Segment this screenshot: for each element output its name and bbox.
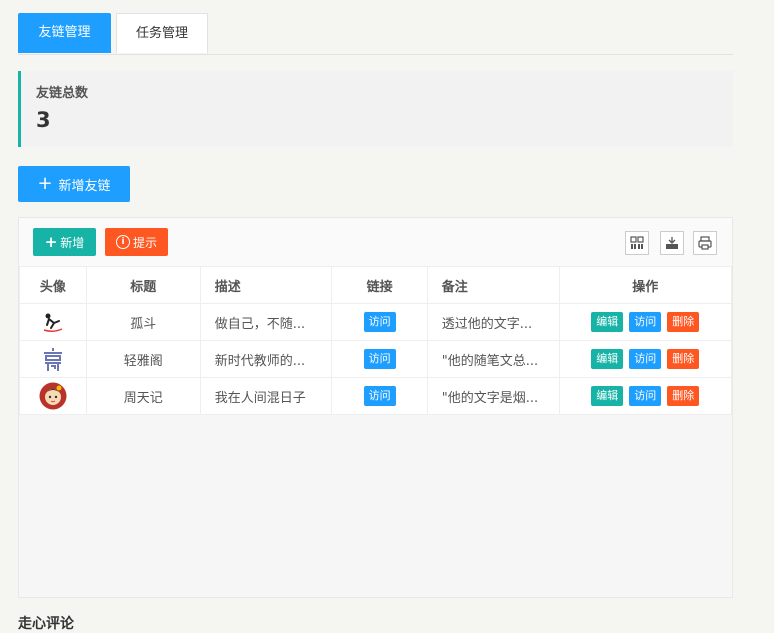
delete-button[interactable]: 删除: [667, 312, 700, 332]
description-cell: 做自己，不随...: [199, 303, 333, 341]
link-cell: 访问: [331, 377, 428, 415]
title-cell: 孤斗: [85, 303, 201, 341]
header-actions: 操作: [558, 266, 733, 304]
title-cell: 轻雅阁: [85, 340, 201, 378]
friend-link-table: 头像 标题 描述 链接 备注 操作 孤斗 做自己，不随... 访问 透过他的文字…: [19, 266, 733, 415]
plus-icon: +: [37, 173, 53, 194]
avatar-cell: [19, 303, 87, 341]
plus-icon: +: [44, 233, 58, 251]
friend-link-table-panel: + 新增 i 提示 头像 标题 描述 链接 备注 操作 孤斗 做自己，不随...…: [18, 217, 733, 598]
description-cell: 我在人间混日子: [199, 377, 333, 415]
delete-button[interactable]: 删除: [667, 386, 700, 406]
export-icon[interactable]: [660, 231, 684, 255]
edit-button[interactable]: 编辑: [591, 349, 624, 369]
visit-button[interactable]: 访问: [629, 349, 662, 369]
stat-label: 友链总数: [36, 86, 89, 101]
visit-button[interactable]: 访问: [629, 312, 662, 332]
avatar-cell: [19, 377, 87, 415]
header-title: 标题: [85, 266, 201, 304]
tab-tasks[interactable]: 任务管理: [116, 13, 208, 53]
stat-value: 3: [36, 108, 51, 132]
pavilion-logo-icon: [43, 348, 62, 371]
header-note: 备注: [426, 266, 560, 304]
header-description: 描述: [199, 266, 333, 304]
comments-section-title: 走心评论: [18, 616, 74, 632]
print-icon[interactable]: [693, 231, 717, 255]
tip-button[interactable]: i 提示: [105, 228, 168, 256]
tab-bar: 友链管理 任务管理: [18, 13, 733, 55]
note-cell: 透过他的文字...: [426, 303, 560, 341]
header-link: 链接: [331, 266, 428, 304]
title-cell: 周天记: [85, 377, 201, 415]
actions-cell: 编辑 访问 删除: [558, 340, 733, 378]
note-cell: "他的文字是烟...: [426, 377, 560, 415]
table-header-row: 头像 标题 描述 链接 备注 操作: [19, 266, 733, 304]
skater-logo-icon: [43, 313, 63, 333]
tab-friend-links[interactable]: 友链管理: [18, 13, 111, 53]
edit-button[interactable]: 编辑: [591, 312, 624, 332]
visit-link-button[interactable]: 访问: [363, 312, 396, 332]
link-cell: 访问: [331, 303, 428, 341]
visit-link-button[interactable]: 访问: [363, 386, 396, 406]
info-icon: i: [115, 235, 130, 249]
friend-link-count-card: 友链总数 3: [18, 71, 733, 147]
edit-button[interactable]: 编辑: [591, 386, 624, 406]
description-cell: 新时代教师的...: [199, 340, 333, 378]
add-button[interactable]: + 新增: [33, 228, 96, 256]
note-cell: "他的随笔文总...: [426, 340, 560, 378]
actions-cell: 编辑 访问 删除: [558, 303, 733, 341]
visit-link-button[interactable]: 访问: [363, 349, 396, 369]
columns-filter-icon[interactable]: [625, 231, 649, 255]
avatar-cell: [19, 340, 87, 378]
header-avatar: 头像: [19, 266, 87, 304]
girl-avatar-icon: [39, 382, 67, 410]
add-button-label: 新增: [60, 235, 85, 250]
table-row: 孤斗 做自己，不随... 访问 透过他的文字... 编辑 访问 删除: [19, 303, 733, 341]
add-friend-link-button[interactable]: + 新增友链: [18, 166, 130, 202]
actions-cell: 编辑 访问 删除: [558, 377, 733, 415]
table-row: 周天记 我在人间混日子 访问 "他的文字是烟... 编辑 访问 删除: [19, 377, 733, 415]
delete-button[interactable]: 删除: [667, 349, 700, 369]
tip-button-label: 提示: [132, 235, 157, 250]
add-friend-link-label: 新增友链: [58, 178, 111, 194]
link-cell: 访问: [331, 340, 428, 378]
table-row: 轻雅阁 新时代教师的... 访问 "他的随笔文总... 编辑 访问 删除: [19, 340, 733, 378]
table-toolbar: + 新增 i 提示: [19, 218, 732, 267]
visit-button[interactable]: 访问: [629, 386, 662, 406]
